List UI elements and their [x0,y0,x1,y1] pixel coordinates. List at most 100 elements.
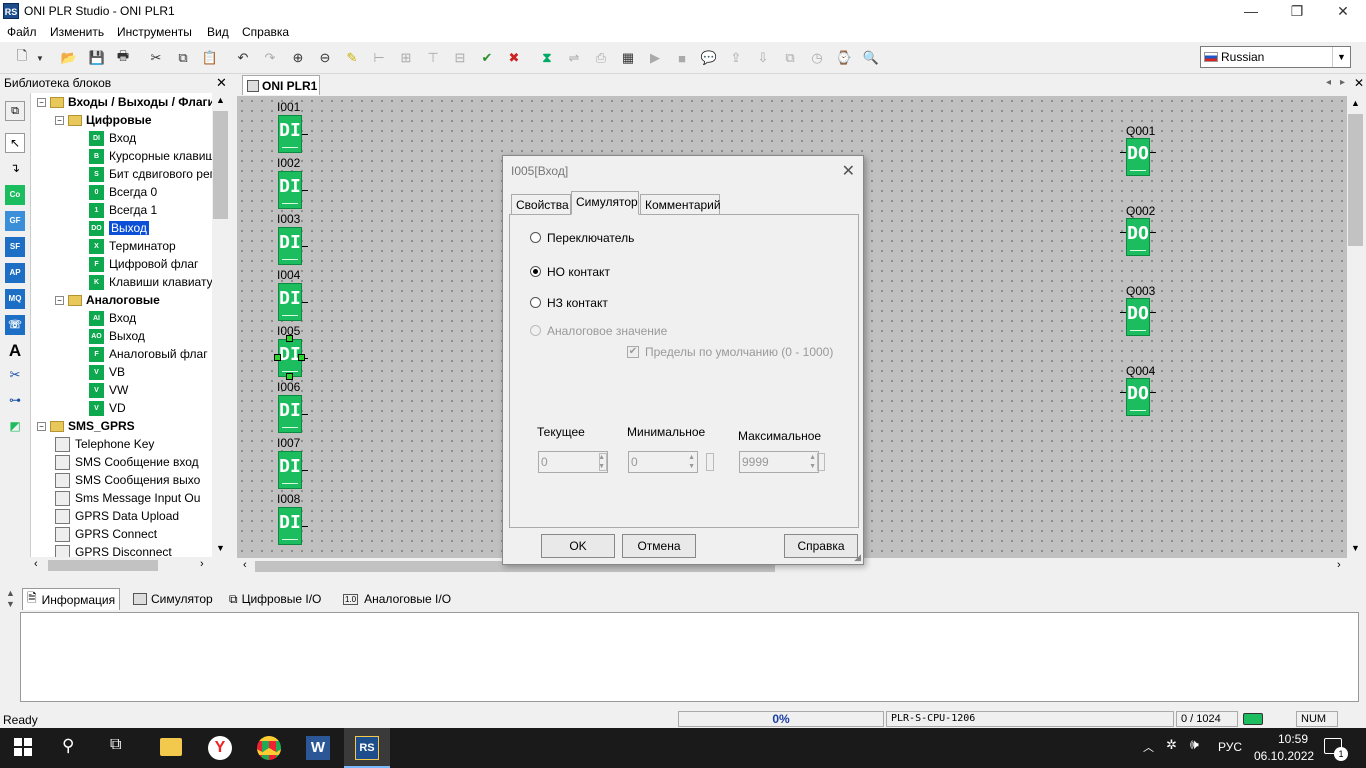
min-value-field[interactable]: 0 ▲ ▼ [628,451,698,473]
align-center-icon[interactable]: ⊞ [396,49,416,67]
tree-item[interactable]: X Терминатор [89,237,176,255]
maximize-icon[interactable]: ❐ [1274,0,1320,22]
menu-tools[interactable]: Инструменты [117,25,192,39]
clock-icon[interactable]: ◷ [807,49,827,67]
current-value-field[interactable]: 0 ▲ ▼ [538,451,608,473]
tree-item[interactable]: S Бит сдвигового рег [89,165,213,183]
tree-folder[interactable]: − Аналоговые [55,291,160,309]
radio-switch[interactable] [530,232,541,243]
input-pin[interactable] [1120,152,1126,153]
phone-icon[interactable]: ☏ [5,315,25,335]
library-toggle-icon[interactable]: ⧉ [5,101,25,121]
tree-item[interactable]: K Клавиши клавиату [89,273,213,291]
tree-folder[interactable]: − Входы / Выходы / Флаги [37,93,213,111]
input-pin[interactable] [1120,392,1126,393]
current-slider[interactable] [599,453,607,471]
radio-nc-contact[interactable] [530,297,541,308]
tab-digital-io[interactable]: ⧉ Цифровые I/O [225,588,325,610]
output-pin[interactable] [1150,152,1156,153]
clock-time[interactable]: 10:59 [1278,732,1308,746]
tree-folder[interactable]: − Цифровые [55,111,152,129]
tree-item[interactable]: GPRS Disconnect [55,543,172,557]
stop-icon[interactable]: ■ [672,49,692,67]
tab-properties[interactable]: Свойства [511,194,571,214]
output-pin[interactable] [302,526,308,527]
help-button[interactable]: Справка [784,534,858,558]
tree-item[interactable]: SMS Сообщения выхо [55,471,200,489]
menu-file[interactable]: Файл [7,25,37,39]
collapse-icon[interactable]: − [55,295,64,305]
output-pin[interactable] [1150,312,1156,313]
download-icon[interactable]: ⇩ [753,49,773,67]
gf-icon[interactable]: GF [5,211,25,231]
wire-icon[interactable]: ↴ [5,159,25,179]
selection-handle[interactable] [286,373,293,380]
rs-app-taskbar-button[interactable]: RS [344,728,390,768]
tree-item[interactable]: V VD [89,399,126,417]
yandex-browser-icon[interactable]: Y [208,736,232,760]
tree-horizontal-scrollbar[interactable]: ‹ › [30,557,229,574]
output-pin[interactable] [302,190,308,191]
tree-item[interactable]: F Цифровой флаг [89,255,198,273]
redo-icon[interactable]: ↷ [260,49,280,67]
tree-item[interactable]: F Аналоговый флаг [89,345,208,363]
check-icon[interactable]: ✔ [477,49,497,67]
tree-item[interactable]: SMS Сообщение вход [55,453,199,471]
clock-date[interactable]: 06.10.2022 [1254,749,1314,763]
highlight-icon[interactable]: ✎ [342,49,362,67]
tree-item[interactable]: AO Выход [89,327,145,345]
tree-item[interactable]: DI Вход [89,129,136,147]
tree-item[interactable]: Telephone Key [55,435,154,453]
default-limits-checkbox[interactable]: ✔ [627,346,639,358]
cancel-button[interactable]: Отмена [622,534,696,558]
canvas-scroll-thumb[interactable] [1348,114,1363,246]
tree-item[interactable]: 0 Всегда 0 [89,183,157,201]
zoom-out-icon[interactable]: ⊖ [315,49,335,67]
tree-hscroll-thumb[interactable] [48,560,158,571]
selection-handle[interactable] [286,335,293,342]
collapse-icon[interactable]: − [37,97,46,107]
canvas-vertical-scrollbar[interactable]: ▲ ▼ [1347,96,1364,558]
menu-edit[interactable]: Изменить [50,25,104,39]
menu-help[interactable]: Справка [242,25,289,39]
sf-icon[interactable]: SF [5,237,25,257]
co-icon[interactable]: Co [5,185,25,205]
panel-arrow-up-icon[interactable]: ▲ [6,588,15,598]
play-icon[interactable]: ▶ [645,49,665,67]
radio-analog[interactable] [530,325,541,336]
radio-no-contact[interactable] [530,266,541,277]
paste-icon[interactable]: 📋 [200,49,220,67]
dialog-close-icon[interactable]: ✕ [842,161,855,181]
tab-simulator[interactable]: Симулятор [571,191,639,215]
text-icon[interactable]: A [5,341,25,361]
digital-input-block[interactable]: DI [278,451,302,489]
digital-input-block[interactable]: DI [278,283,302,321]
digital-output-block[interactable]: DO [1126,378,1150,416]
comment-icon[interactable]: 💬 [699,49,719,67]
tree-item[interactable]: V VW [89,381,128,399]
output-pin[interactable] [302,414,308,415]
search-icon[interactable]: 🔍 [861,49,881,67]
tree-item[interactable]: GPRS Data Upload [55,507,179,525]
digital-output-block[interactable]: DO [1126,138,1150,176]
tab-close-icon[interactable]: ✕ [1354,76,1364,90]
tree-folder[interactable]: − SMS_GPRS [37,417,135,435]
chrome-icon[interactable] [257,736,281,760]
compare-icon[interactable]: ⧉ [780,49,800,67]
search-taskbar-icon[interactable]: ⚲ [62,736,74,756]
tree-item[interactable]: GPRS Connect [55,525,157,543]
windows-start-icon[interactable] [14,738,32,756]
cut-icon[interactable]: ✂ [146,49,166,67]
ap-icon[interactable]: AP [5,263,25,283]
digital-input-block[interactable]: DI [278,227,302,265]
digital-input-block[interactable]: DI [278,395,302,433]
undo-icon[interactable]: ↶ [233,49,253,67]
timer-icon[interactable]: ⌚ [834,49,854,67]
minimize-icon[interactable]: — [1228,0,1274,22]
print-icon[interactable]: 🖶 [113,48,133,67]
tab-simulator-panel[interactable]: Симулятор [129,588,217,610]
close-icon[interactable]: ✕ [1320,0,1366,22]
chevron-down-icon[interactable]: ▼ [1332,47,1350,67]
ok-button[interactable]: OK [541,534,615,558]
new-dropdown-icon[interactable]: ▼ [34,49,46,67]
